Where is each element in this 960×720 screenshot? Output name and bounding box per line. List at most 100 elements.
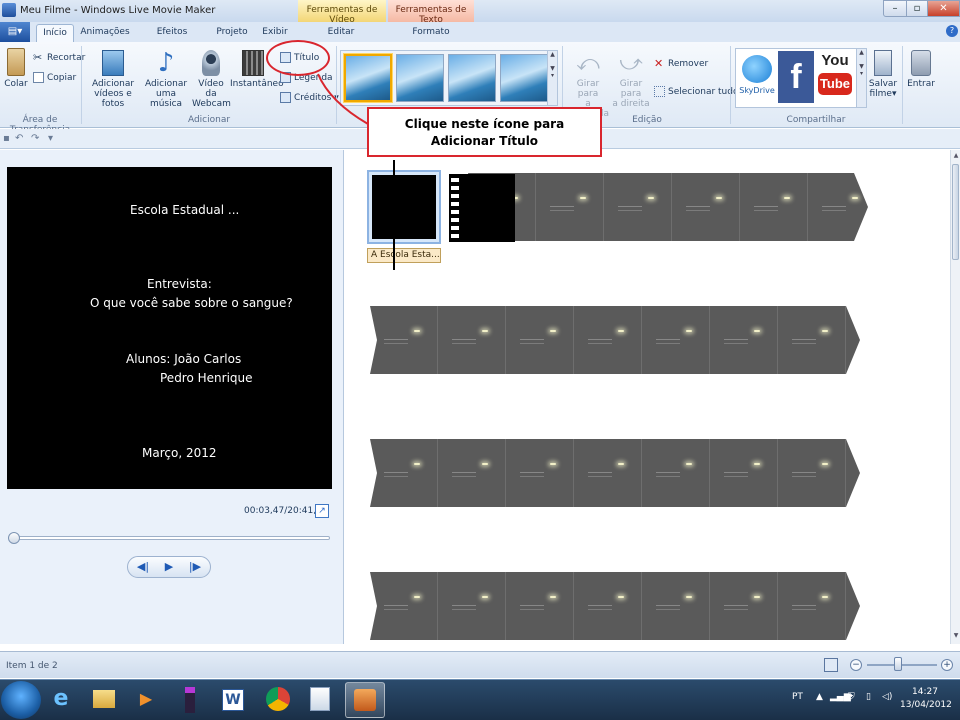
video-frame-text [550,206,574,211]
video-frame-highlight [580,197,586,199]
video-frame-text [724,605,748,610]
video-strip[interactable] [370,306,860,374]
video-frame-highlight [822,463,828,465]
internet-explorer-icon[interactable]: e [41,682,81,718]
playhead[interactable] [393,160,395,270]
video-frame-text [754,206,778,211]
item-count: Item 1 de 2 [6,661,58,671]
video-frame-text [724,339,748,344]
video-strip[interactable] [468,173,868,241]
video-frame-text [452,605,476,610]
media-player-icon[interactable]: ▶ [126,682,166,718]
video-frame-highlight [482,330,488,332]
zoom-slider-track[interactable] [867,664,937,666]
undo-icon[interactable]: ↶ [15,133,23,144]
title-clip[interactable] [367,170,441,244]
video-frame-highlight [784,197,790,199]
previous-frame-button[interactable]: ◀| [134,560,152,574]
scroll-down-icon[interactable]: ▼ [952,632,960,639]
playback-controls: ◀| ▶ |▶ [127,556,211,578]
video-frame-highlight [686,330,692,332]
play-button[interactable]: ▶ [160,560,178,574]
video-frame-highlight [414,330,420,332]
video-frame-text [724,472,748,477]
chevron-down-icon[interactable]: ▾ [48,133,53,144]
zoom-in-button[interactable]: + [941,659,953,671]
chrome-icon[interactable] [258,682,298,718]
video-frame-highlight [618,596,624,598]
video-frame-text [822,206,846,211]
video-frame-text [792,472,816,477]
thumbnail-size-icon[interactable] [824,658,838,672]
video-frame-highlight [822,596,828,598]
video-frame-highlight [852,197,858,199]
tray-show-hidden-icon[interactable]: ▲ [816,692,823,702]
film-holes [451,178,459,238]
volume-icon[interactable]: ◁) [882,692,892,702]
storyboard-scrollbar[interactable]: ▲ ▼ [950,150,960,644]
video-frame-highlight [550,463,556,465]
video-frame-highlight [482,463,488,465]
video-frame-highlight [482,596,488,598]
video-frame-highlight [550,596,556,598]
seek-handle[interactable] [8,532,20,544]
video-frame-text [520,605,544,610]
video-frame-highlight [822,330,828,332]
preview-text-line: Escola Estadual ... [130,203,240,217]
storyboard: A Escola Esta... [345,150,950,644]
video-frame-text [588,605,612,610]
file-explorer-icon[interactable] [84,682,124,718]
paint-icon[interactable] [300,682,340,718]
redo-icon[interactable]: ↷ [31,133,39,144]
save-icon[interactable]: ▪ [3,133,10,144]
video-frame-text [656,472,680,477]
scroll-up-icon[interactable]: ▲ [952,152,960,159]
video-frame-highlight [754,330,760,332]
movie-maker-taskbar-icon[interactable] [345,682,385,718]
video-frame-text [686,206,710,211]
seek-bar[interactable] [8,536,330,540]
video-preview[interactable]: Escola Estadual ... Entrevista: O que vo… [7,167,332,489]
callout-line-2: Adicionar Título [430,134,539,148]
zoom-out-button[interactable]: − [850,659,862,671]
video-strip[interactable] [370,572,860,640]
video-frame-text [792,339,816,344]
next-frame-button[interactable]: |▶ [186,560,204,574]
scrollbar-thumb[interactable] [952,164,959,260]
video-frame-text [384,605,408,610]
video-frame-text [452,339,476,344]
video-strip[interactable] [370,439,860,507]
video-frame-text [384,339,408,344]
fullscreen-button[interactable]: ↗ [315,504,329,518]
security-shield-icon[interactable]: ⛨ [848,692,855,702]
preview-text-line: Março, 2012 [142,446,217,460]
video-clip-start[interactable] [449,174,515,242]
zoom-slider-handle[interactable] [894,657,902,671]
video-frame-text [656,339,680,344]
video-frame-text [452,472,476,477]
video-frame-text [618,206,642,211]
video-frame-text [656,605,680,610]
video-frame-highlight [618,463,624,465]
battery-icon[interactable]: ▯ [866,692,871,702]
usb-device-icon[interactable] [170,682,210,718]
video-frame-highlight [414,596,420,598]
callout-line-1: Clique neste ícone para [404,117,565,131]
preview-text-line: Entrevista: [147,277,212,291]
clock[interactable]: 14:27 13/04/2012 [900,686,952,712]
video-frame-highlight [618,330,624,332]
video-frame-highlight [754,596,760,598]
video-frame-highlight [414,463,420,465]
video-frame-highlight [550,330,556,332]
video-frame-text [520,339,544,344]
preview-pane: Escola Estadual ... Entrevista: O que vo… [0,150,344,644]
language-indicator[interactable]: PT [792,692,803,702]
start-button[interactable] [1,681,41,719]
word-icon[interactable]: W [213,682,253,718]
preview-text-line: Pedro Henrique [160,371,253,385]
video-frame-highlight [716,197,722,199]
taskbar: e ▶ W PT ▲ ▂▄▆ ⛨ ▯ ◁) 14:27 13/04/2012 [0,679,960,720]
video-frame-highlight [686,596,692,598]
preview-text-line: Alunos: João Carlos [126,352,242,366]
title-clip-caption[interactable]: A Escola Esta... [367,248,441,263]
